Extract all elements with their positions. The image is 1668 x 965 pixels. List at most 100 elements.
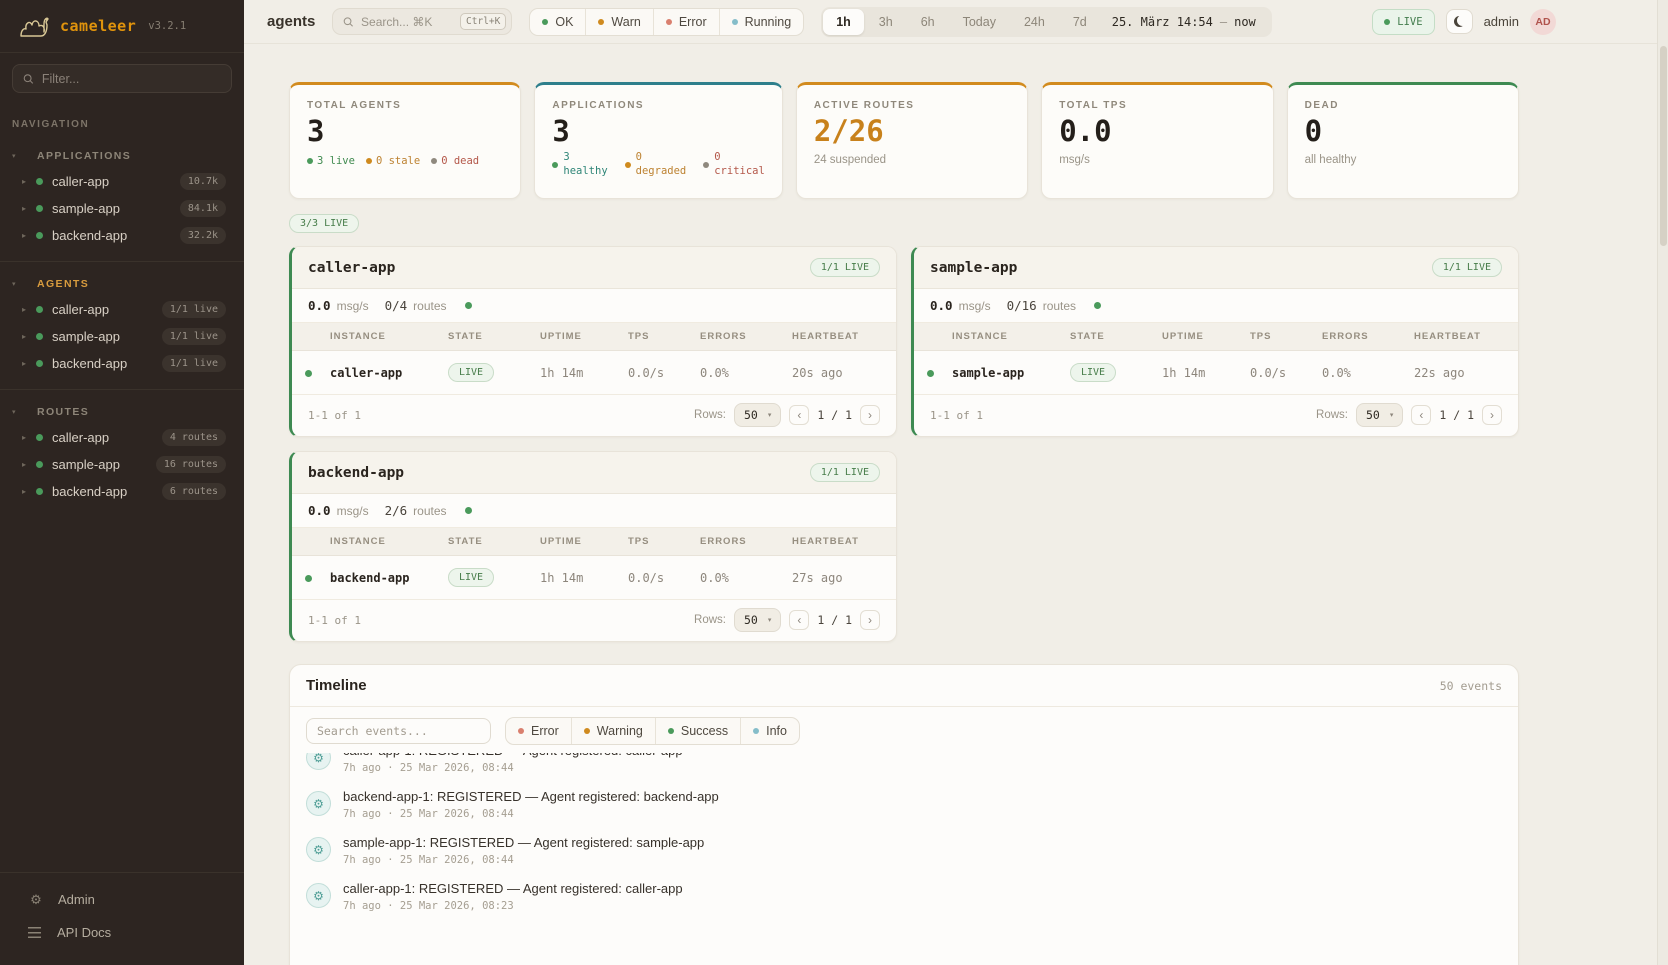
- time-range-1h[interactable]: 1h: [823, 9, 864, 35]
- global-search[interactable]: Ctrl+K: [332, 8, 512, 35]
- topbar: agents Ctrl+K OK Warn Error: [244, 0, 1668, 44]
- prev-page-button[interactable]: ‹: [789, 610, 809, 630]
- app-title: backend-app: [308, 465, 404, 481]
- filter-chip-warning[interactable]: Warning: [571, 718, 655, 744]
- theme-toggle-button[interactable]: [1446, 9, 1473, 34]
- events-list[interactable]: ⚙ caller-app-1: REGISTERED — Agent regis…: [290, 753, 1518, 965]
- critical-dot-icon: [703, 162, 709, 168]
- camel-icon: [16, 10, 50, 42]
- chevron-right-icon[interactable]: ▸: [22, 332, 36, 341]
- sidebar-item-caller-app[interactable]: ▸ caller-app 4 routes: [0, 424, 244, 451]
- time-range-6h[interactable]: 6h: [908, 9, 948, 35]
- stat-value: 3: [307, 117, 503, 146]
- stat-value: 3: [552, 117, 764, 146]
- next-page-button[interactable]: ›: [860, 405, 880, 425]
- warn-dot-icon: [598, 19, 604, 25]
- app-card-header: sample-app 1/1 LIVE: [914, 247, 1518, 289]
- events-search-input[interactable]: [306, 718, 491, 744]
- chevron-right-icon[interactable]: ▸: [22, 231, 36, 240]
- event-item[interactable]: ⚙ sample-app-1: REGISTERED — Agent regis…: [306, 835, 1502, 881]
- state-badge: LIVE: [448, 568, 494, 587]
- chevron-right-icon[interactable]: ▸: [22, 359, 36, 368]
- event-item[interactable]: ⚙ backend-app-1: REGISTERED — Agent regi…: [306, 789, 1502, 835]
- chevron-right-icon[interactable]: ▸: [22, 487, 36, 496]
- section-header-applications[interactable]: ▾ APPLICATIONS: [0, 144, 244, 168]
- sidebar-filter-input[interactable]: [42, 72, 221, 86]
- chevron-right-icon[interactable]: ▸: [22, 204, 36, 213]
- status-dot-icon: [36, 205, 43, 212]
- status-dot-icon: [36, 488, 43, 495]
- sidebar-item-caller-app[interactable]: ▸ caller-app 1/1 live: [0, 296, 244, 323]
- time-range-7d[interactable]: 7d: [1060, 9, 1100, 35]
- stat-value: 0.0: [1059, 117, 1255, 146]
- sidebar-item-sample-app[interactable]: ▸ sample-app 84.1k: [0, 195, 244, 222]
- docs-list-icon: [28, 927, 41, 938]
- app-card-header: backend-app 1/1 LIVE: [292, 452, 896, 494]
- event-item[interactable]: ⚙ caller-app-1: REGISTERED — Agent regis…: [306, 881, 1502, 927]
- time-range-display: 25. März 14:54 — now: [1102, 15, 1270, 29]
- next-page-button[interactable]: ›: [1482, 405, 1502, 425]
- healthy-dot-icon: [552, 162, 558, 168]
- sidebar-item-backend-app[interactable]: ▸ backend-app 1/1 live: [0, 350, 244, 377]
- prev-page-button[interactable]: ‹: [1411, 405, 1431, 425]
- filter-chip-warn[interactable]: Warn: [585, 9, 652, 35]
- sidebar-item-backend-app[interactable]: ▸ backend-app 32.2k: [0, 222, 244, 249]
- filter-chip-error[interactable]: Error: [506, 718, 571, 744]
- live-dot-icon: [1384, 19, 1390, 25]
- brand-logo: cameleer v3.2.1: [0, 0, 244, 53]
- filter-chip-running[interactable]: Running: [719, 9, 804, 35]
- count-badge: 6 routes: [162, 483, 226, 500]
- table-footer: 1-1 of 1 Rows: 50 ▾ ‹ 1 / 1 ›: [914, 394, 1518, 436]
- app-card-backend-app: backend-app 1/1 LIVE 0.0 msg/s 2/6 route…: [289, 451, 897, 642]
- section-header-routes[interactable]: ▾ ROUTES: [0, 400, 244, 424]
- sidebar-item-sample-app[interactable]: ▸ sample-app 16 routes: [0, 451, 244, 478]
- filter-chip-info[interactable]: Info: [740, 718, 799, 744]
- rows-per-page-select[interactable]: 50 ▾: [734, 403, 781, 427]
- page-title: agents: [267, 13, 315, 30]
- time-range-3h[interactable]: 3h: [866, 9, 906, 35]
- ok-dot-icon: [542, 19, 548, 25]
- health-dot-icon: [1094, 302, 1101, 309]
- global-search-input[interactable]: [361, 15, 453, 29]
- live-dot-icon: [927, 370, 934, 377]
- app-card-header: caller-app 1/1 LIVE: [292, 247, 896, 289]
- sidebar-item-caller-app[interactable]: ▸ caller-app 10.7k: [0, 168, 244, 195]
- chevron-right-icon[interactable]: ▸: [22, 433, 36, 442]
- stat-card-dead: DEAD 0 all healthy: [1287, 82, 1519, 199]
- instance-row[interactable]: sample-app LIVE 1h 14m 0.0/s 0.0% 22s ag…: [914, 351, 1518, 395]
- info-dot-icon: [753, 728, 759, 734]
- time-range-24h[interactable]: 24h: [1011, 9, 1058, 35]
- sidebar-item-sample-app[interactable]: ▸ sample-app 1/1 live: [0, 323, 244, 350]
- dead-dot-icon: [431, 158, 437, 164]
- rows-per-page-select[interactable]: 50 ▾: [1356, 403, 1403, 427]
- sidebar: cameleer v3.2.1 NAVIGATION ▾ APPLICATION…: [0, 0, 244, 965]
- chevron-right-icon[interactable]: ▸: [22, 460, 36, 469]
- sidebar-item-api-docs[interactable]: API Docs: [0, 916, 244, 949]
- scrollbar-thumb[interactable]: [1660, 46, 1667, 246]
- instance-row[interactable]: caller-app LIVE 1h 14m 0.0/s 0.0% 20s ag…: [292, 351, 896, 395]
- time-range-today[interactable]: Today: [950, 9, 1009, 35]
- filter-chip-error[interactable]: Error: [653, 9, 719, 35]
- event-item[interactable]: ⚙ caller-app-1: REGISTERED — Agent regis…: [306, 753, 1502, 789]
- sidebar-filter[interactable]: [12, 64, 232, 93]
- chevron-right-icon[interactable]: ▸: [22, 305, 36, 314]
- page-scrollbar[interactable]: [1657, 0, 1668, 965]
- filter-chip-ok[interactable]: OK: [530, 9, 585, 35]
- live-status-badge[interactable]: LIVE: [1372, 9, 1434, 35]
- app-card-caller-app: caller-app 1/1 LIVE 0.0 msg/s 0/4 routes…: [289, 246, 897, 437]
- section-header-agents[interactable]: ▾ AGENTS: [0, 272, 244, 296]
- avatar[interactable]: AD: [1530, 9, 1556, 35]
- sidebar-item-admin[interactable]: ⚙ Admin: [0, 883, 244, 916]
- instance-row[interactable]: backend-app LIVE 1h 14m 0.0/s 0.0% 27s a…: [292, 556, 896, 600]
- next-page-button[interactable]: ›: [860, 610, 880, 630]
- stat-card-total-agents: TOTAL AGENTS 3 3 live 0 stale 0 dead: [289, 82, 521, 199]
- sidebar-item-backend-app[interactable]: ▸ backend-app 6 routes: [0, 478, 244, 505]
- prev-page-button[interactable]: ‹: [789, 405, 809, 425]
- event-gear-icon: ⚙: [306, 883, 331, 908]
- filter-chip-success[interactable]: Success: [655, 718, 740, 744]
- event-count: 50 events: [1440, 679, 1502, 693]
- rows-per-page-select[interactable]: 50 ▾: [734, 608, 781, 632]
- table-footer: 1-1 of 1 Rows: 50 ▾ ‹ 1 / 1 ›: [292, 394, 896, 436]
- chevron-right-icon[interactable]: ▸: [22, 177, 36, 186]
- stat-value: 2/26: [814, 117, 1010, 146]
